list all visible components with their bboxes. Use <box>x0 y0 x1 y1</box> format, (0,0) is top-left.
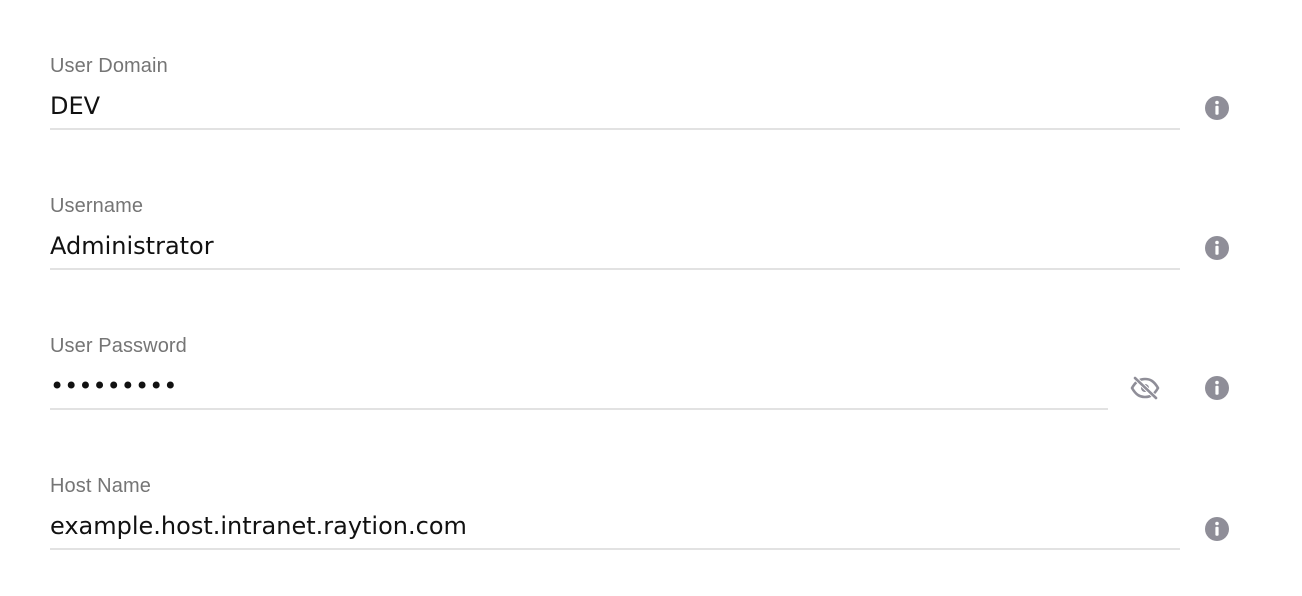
user-domain-field: User Domain <box>50 54 1230 154</box>
user-password-label: User Password <box>50 335 187 357</box>
user-domain-underline <box>50 128 1180 130</box>
info-icon[interactable] <box>1199 90 1235 126</box>
host-name-input[interactable] <box>50 504 1180 548</box>
info-icon[interactable] <box>1199 511 1235 547</box>
host-name-underline <box>50 548 1180 550</box>
host-name-label: Host Name <box>50 475 151 497</box>
username-underline <box>50 268 1180 270</box>
connection-settings-form: User Domain Username User Password <box>0 0 1302 596</box>
host-name-field: Host Name <box>50 474 1230 574</box>
user-password-field: User Password <box>50 334 1230 434</box>
user-password-underline <box>50 408 1108 410</box>
info-icon[interactable] <box>1199 370 1235 406</box>
user-password-input[interactable] <box>50 364 1108 408</box>
info-icon[interactable] <box>1199 230 1235 266</box>
username-input[interactable] <box>50 224 1180 268</box>
user-domain-label: User Domain <box>50 55 168 77</box>
eye-off-icon[interactable] <box>1127 370 1163 406</box>
username-label: Username <box>50 195 144 217</box>
username-field: Username <box>50 194 1230 294</box>
user-domain-input[interactable] <box>50 84 1180 128</box>
